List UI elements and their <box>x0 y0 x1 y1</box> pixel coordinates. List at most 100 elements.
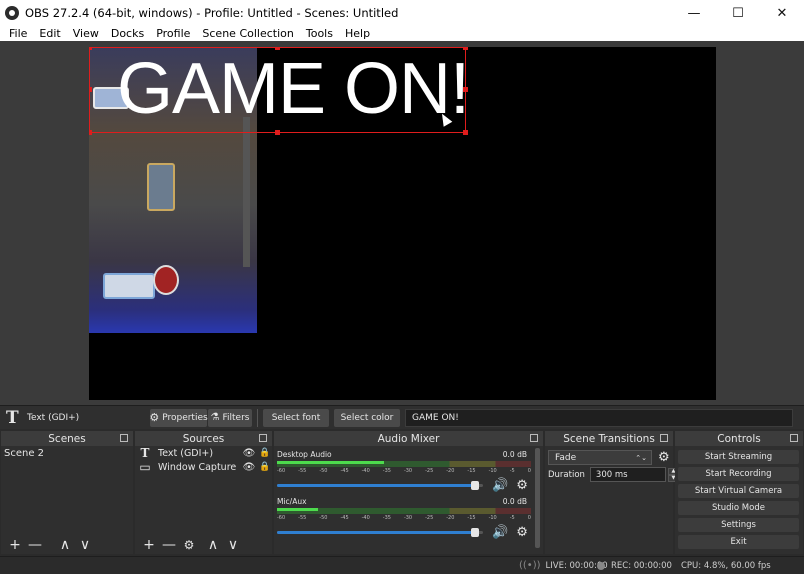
lock-icon[interactable]: 🔒 <box>259 462 270 472</box>
scale-tick: -20 <box>446 515 455 521</box>
scale-tick: -10 <box>488 468 497 474</box>
transition-selected: Fade <box>555 452 577 463</box>
gear-icon: ⚙ <box>149 411 160 424</box>
dock-toolbar: + — ⚙ ∧ ∨ <box>135 536 272 554</box>
start-recording-button[interactable]: Start Recording <box>678 467 799 481</box>
resize-handle[interactable] <box>89 130 92 135</box>
menu-docks[interactable]: Docks <box>105 26 150 41</box>
source-list: T Text (GDI+) 👁 🔒 ▭ Window Capture 👁 🔒 <box>135 446 272 536</box>
close-button[interactable]: ✕ <box>760 0 804 26</box>
speaker-icon[interactable]: 🔊 <box>492 525 508 540</box>
scale-tick: -5 <box>509 468 515 474</box>
add-source-button[interactable]: + <box>139 536 159 554</box>
scene-item[interactable]: Scene 2 <box>1 446 133 460</box>
undock-icon[interactable] <box>530 434 538 442</box>
minimize-button[interactable]: — <box>672 0 716 26</box>
menu-bar: File Edit View Docks Profile Scene Colle… <box>0 26 804 41</box>
duration-label: Duration <box>548 469 585 480</box>
audio-mixer-dock: Audio Mixer Desktop Audio 0.0 dB -60 -55 -… <box>274 431 543 554</box>
scale-tick: -25 <box>425 468 434 474</box>
volume-handle[interactable] <box>470 480 479 490</box>
eye-visibility-icon[interactable]: 👁 <box>242 462 256 473</box>
obs-logo-icon <box>5 6 19 20</box>
properties-button[interactable]: ⚙ Properties <box>149 408 208 427</box>
menu-edit[interactable]: Edit <box>33 26 66 41</box>
text-content-input[interactable]: GAME ON! <box>405 408 793 427</box>
volume-handle[interactable] <box>470 527 479 537</box>
menu-file[interactable]: File <box>3 26 33 41</box>
window-capture-icon: ▭ <box>139 460 151 474</box>
start-virtual-camera-button[interactable]: Start Virtual Camera <box>678 484 799 498</box>
resize-handle[interactable] <box>275 130 280 135</box>
scale-tick: -60 <box>277 515 286 521</box>
channel-name: Mic/Aux <box>277 497 307 506</box>
volume-slider[interactable] <box>277 480 483 490</box>
settings-button[interactable]: Settings <box>678 518 799 532</box>
filters-label: Filters <box>222 412 250 423</box>
dock-title: Audio Mixer <box>377 432 440 445</box>
source-item[interactable]: ▭ Window Capture 👁 🔒 <box>135 460 272 474</box>
context-source-name: Text (GDI+) <box>27 412 80 423</box>
remove-source-button[interactable]: — <box>159 536 179 554</box>
undock-icon[interactable] <box>790 434 798 442</box>
controls-dock: Controls Start Streaming Start Recording… <box>675 431 803 554</box>
text-source-icon: T <box>6 407 19 428</box>
duration-row: Duration 300 ms ▲ ▼ <box>548 467 679 482</box>
source-label: Text (GDI+) <box>158 447 214 459</box>
preview-canvas[interactable]: GAME ON! <box>89 47 716 400</box>
move-up-button[interactable]: ∧ <box>203 536 223 554</box>
move-down-button[interactable]: ∨ <box>75 536 95 554</box>
resize-handle[interactable] <box>89 47 92 50</box>
channel-name: Desktop Audio <box>277 450 332 459</box>
scale-tick: -10 <box>488 515 497 521</box>
mixer-channel-desktop: Desktop Audio 0.0 dB -60 -55 -50 -45 -40 -35-… <box>277 450 531 493</box>
menu-help[interactable]: Help <box>339 26 376 41</box>
gear-icon[interactable]: ⚙ <box>658 450 670 465</box>
undock-icon[interactable] <box>259 434 267 442</box>
add-scene-button[interactable]: + <box>5 536 25 554</box>
game-card-image <box>147 163 175 211</box>
move-up-button[interactable]: ∧ <box>55 536 75 554</box>
remove-scene-button[interactable]: — <box>25 536 45 554</box>
resize-handle[interactable] <box>463 130 468 135</box>
selection-box[interactable] <box>89 47 468 135</box>
live-status: ((•)) LIVE: 00:00:00 <box>519 560 608 571</box>
scale-tick: -40 <box>361 515 370 521</box>
resize-handle[interactable] <box>275 47 280 50</box>
mixer-scrollbar[interactable] <box>535 448 540 548</box>
scale-tick: -45 <box>340 515 349 521</box>
menu-scene-collection[interactable]: Scene Collection <box>196 26 299 41</box>
dock-header: Audio Mixer <box>274 431 543 446</box>
filters-button[interactable]: ⚗ Filters <box>208 408 252 427</box>
gear-icon[interactable]: ⚙ <box>516 525 528 540</box>
undock-icon[interactable] <box>120 434 128 442</box>
undock-icon[interactable] <box>660 434 668 442</box>
maximize-button[interactable]: ☐ <box>716 0 760 26</box>
menu-tools[interactable]: Tools <box>300 26 339 41</box>
source-item[interactable]: T Text (GDI+) 👁 🔒 <box>135 446 272 460</box>
exit-button[interactable]: Exit <box>678 535 799 549</box>
dock-title: Scenes <box>48 432 86 445</box>
scale-tick: -25 <box>425 515 434 521</box>
move-down-button[interactable]: ∨ <box>223 536 243 554</box>
start-streaming-button[interactable]: Start Streaming <box>678 450 799 464</box>
resize-handle[interactable] <box>89 87 92 92</box>
lock-icon[interactable]: 🔒 <box>259 448 270 458</box>
volume-slider[interactable] <box>277 527 483 537</box>
duration-input[interactable]: 300 ms <box>589 467 666 482</box>
menu-profile[interactable]: Profile <box>150 26 196 41</box>
select-color-button[interactable]: Select color <box>334 408 400 427</box>
eye-visibility-icon[interactable]: 👁 <box>242 448 256 459</box>
studio-mode-button[interactable]: Studio Mode <box>678 501 799 515</box>
game-scrollbar-image <box>243 117 250 267</box>
speaker-icon[interactable]: 🔊 <box>492 478 508 493</box>
source-properties-gear-icon[interactable]: ⚙ <box>179 536 199 554</box>
dock-title: Scene Transitions <box>563 432 655 445</box>
scale-tick: -50 <box>319 468 328 474</box>
transition-select[interactable]: Fade ⌃⌄ <box>548 450 652 465</box>
resize-handle[interactable] <box>463 87 468 92</box>
resize-handle[interactable] <box>463 47 468 50</box>
select-font-button[interactable]: Select font <box>263 408 329 427</box>
gear-icon[interactable]: ⚙ <box>516 478 528 493</box>
menu-view[interactable]: View <box>67 26 105 41</box>
